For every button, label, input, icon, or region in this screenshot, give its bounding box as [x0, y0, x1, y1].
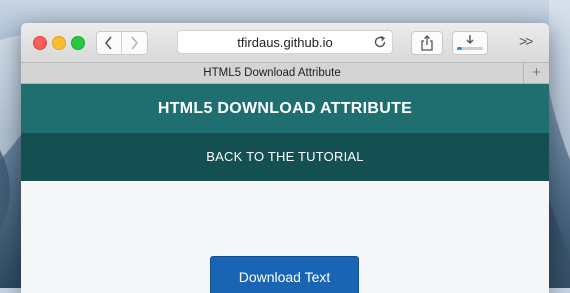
download-icon [457, 35, 483, 50]
page-content: Download Text [21, 181, 549, 293]
forward-button[interactable] [122, 32, 146, 54]
site-header: HTML5 DOWNLOAD ATTRIBUTE [21, 84, 549, 133]
minimize-icon[interactable] [52, 36, 66, 50]
zoom-icon[interactable] [71, 36, 85, 50]
share-button[interactable] [411, 31, 443, 55]
forward-arrow-icon [131, 36, 139, 50]
close-icon[interactable] [33, 36, 47, 50]
browser-toolbar: tfirdaus.github.io >> [21, 23, 549, 63]
page-title: HTML5 DOWNLOAD ATTRIBUTE [157, 100, 413, 117]
back-button[interactable] [97, 32, 122, 54]
downloads-button[interactable] [452, 31, 488, 55]
reload-icon[interactable] [372, 34, 388, 50]
address-bar[interactable]: tfirdaus.github.io [177, 30, 393, 54]
back-to-tutorial-link[interactable]: BACK TO THE TUTORIAL [21, 149, 549, 164]
site-subnav: BACK TO THE TUTORIAL [21, 133, 549, 181]
browser-window: tfirdaus.github.io >> HTML5 Download Att… [21, 23, 549, 293]
tab-bar: HTML5 Download Attribute + [21, 63, 549, 84]
toolbar-overflow-button[interactable]: >> [519, 33, 533, 49]
download-text-button[interactable]: Download Text [210, 256, 359, 293]
tab-active[interactable]: HTML5 Download Attribute [21, 63, 524, 83]
url-text: tfirdaus.github.io [237, 35, 333, 50]
back-arrow-icon [104, 36, 112, 50]
new-tab-button[interactable]: + [524, 63, 549, 83]
share-icon [421, 35, 433, 51]
nav-buttons [96, 31, 148, 55]
